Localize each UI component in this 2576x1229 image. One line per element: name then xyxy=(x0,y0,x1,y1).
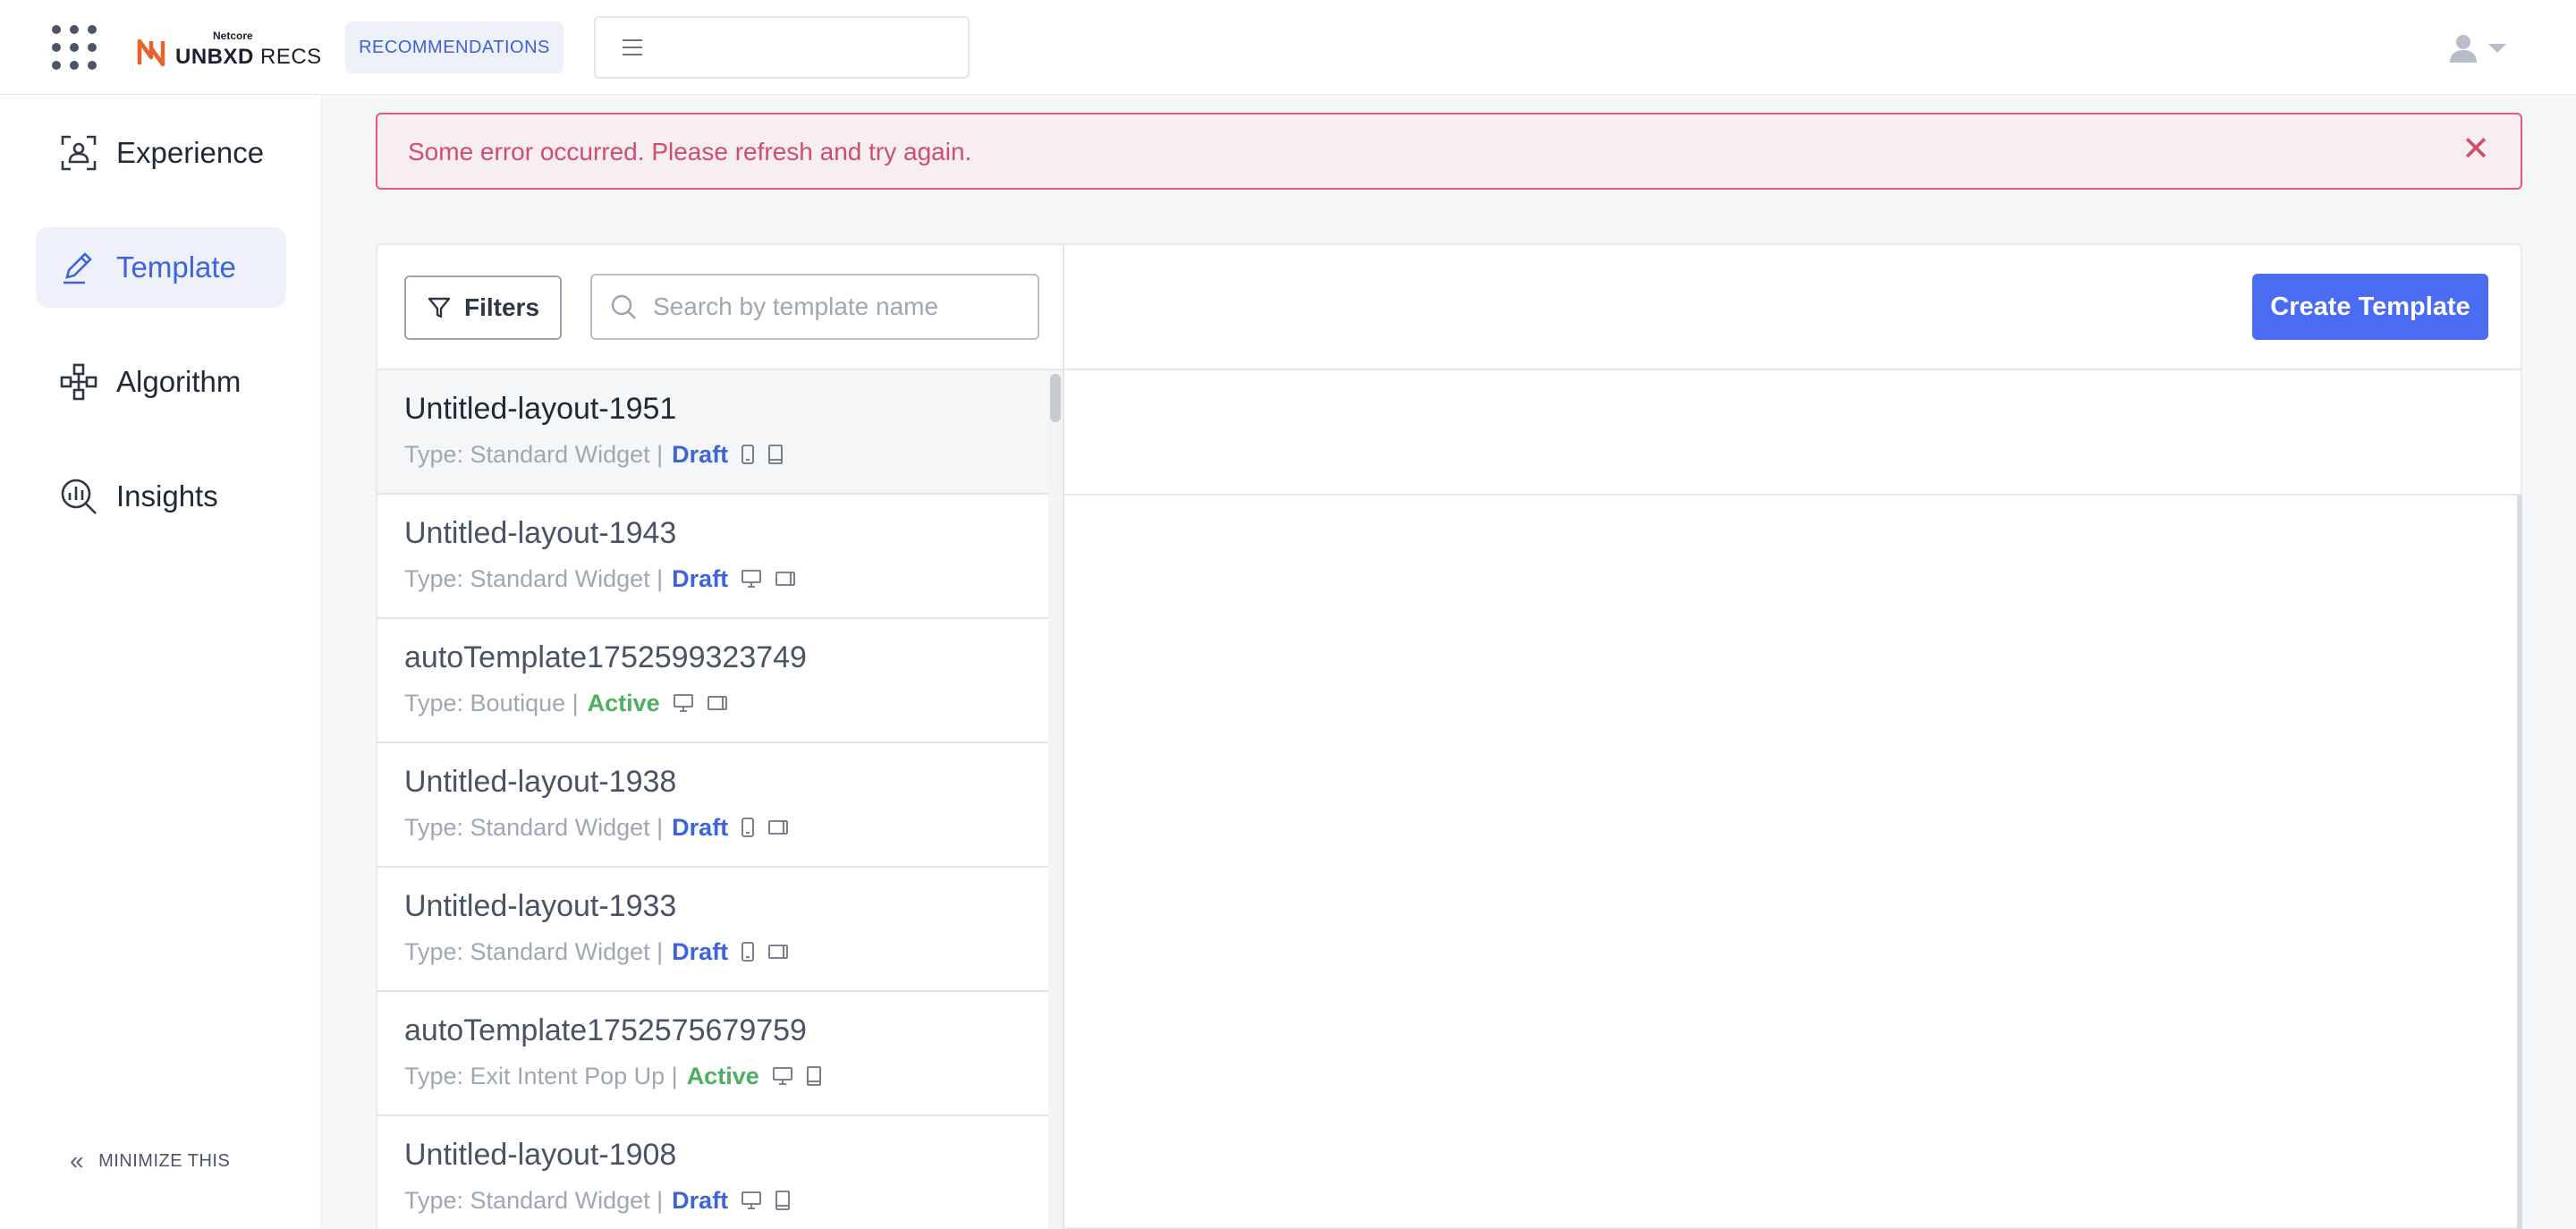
double-chevron-left-icon: « xyxy=(70,1147,85,1174)
detail-header: Create Template xyxy=(1064,245,2522,370)
minimize-sidebar-button[interactable]: « MINIMIZE THIS xyxy=(70,1147,230,1175)
minimize-label: MINIMIZE THIS xyxy=(98,1150,231,1171)
template-type: Type: Standard Widget | xyxy=(404,564,664,592)
hamburger-icon[interactable] xyxy=(623,39,642,55)
search-field[interactable] xyxy=(590,274,1039,340)
brand-logo[interactable]: Netcore UNBXD RECS xyxy=(136,29,322,68)
template-meta: Type: Standard Widget | Draft xyxy=(404,1184,1048,1216)
logo-company: Netcore xyxy=(213,30,253,42)
status-badge: Active xyxy=(686,1062,759,1089)
tablet-icon xyxy=(767,445,784,464)
mobile-icon xyxy=(741,445,755,464)
error-alert: Some error occurred. Please refresh and … xyxy=(376,113,2522,190)
sidebar-item-insights[interactable]: Insights xyxy=(36,456,286,537)
pencil-icon xyxy=(59,248,98,287)
insights-icon xyxy=(59,477,98,516)
app-launcher-icon[interactable] xyxy=(52,25,97,70)
template-type: Type: Exit Intent Pop Up | xyxy=(404,1062,678,1089)
user-menu[interactable] xyxy=(2447,30,2515,66)
search-input[interactable] xyxy=(653,292,1011,321)
logo-product: UNBXD RECS xyxy=(175,45,322,69)
search-icon xyxy=(611,294,636,319)
template-type: Type: Standard Widget | xyxy=(404,937,664,965)
template-name: Untitled-layout-1908 xyxy=(404,1138,677,1172)
status-badge: Draft xyxy=(672,440,729,468)
desktop-icon xyxy=(741,569,762,589)
template-meta: Type: Exit Intent Pop Up | Active xyxy=(404,1060,1048,1092)
desktop-icon xyxy=(741,1191,762,1210)
template-name: Untitled-layout-1938 xyxy=(404,765,677,799)
template-list-pane: Filters Untitled-layout-1951 Type: Standa… xyxy=(377,245,1064,1229)
tablet-landscape-icon xyxy=(767,818,789,836)
sidebar-item-label: Insights xyxy=(116,479,218,513)
template-meta: Type: Boutique | Active xyxy=(404,687,1048,719)
template-type: Type: Standard Widget | xyxy=(404,813,664,841)
template-name: Untitled-layout-1943 xyxy=(404,516,677,550)
sidebar: Experience Template Algorithm Insights «… xyxy=(0,95,322,1229)
sidebar-item-label: Algorithm xyxy=(116,365,242,398)
template-row[interactable]: Untitled-layout-1943 Type: Standard Widge… xyxy=(377,495,1048,619)
detail-subheader xyxy=(1064,370,2522,496)
status-badge: Active xyxy=(587,689,660,716)
tablet-icon xyxy=(775,1191,791,1210)
tablet-landscape-icon xyxy=(767,943,789,961)
sidebar-item-template[interactable]: Template xyxy=(36,227,286,308)
mobile-icon xyxy=(741,942,755,962)
user-avatar-icon xyxy=(2450,35,2477,63)
template-row[interactable]: Untitled-layout-1951 Type: Standard Widge… xyxy=(377,370,1048,495)
template-meta: Type: Standard Widget | Draft xyxy=(404,438,1048,470)
list-scrollbar[interactable] xyxy=(1048,370,1063,1229)
template-row[interactable]: autoTemplate1752575679759 Type: Exit Inte… xyxy=(377,992,1048,1116)
algorithm-icon xyxy=(59,362,98,402)
template-name: Untitled-layout-1951 xyxy=(404,392,677,426)
template-type: Type: Standard Widget | xyxy=(404,440,664,468)
sidebar-item-algorithm[interactable]: Algorithm xyxy=(36,342,286,422)
template-meta: Type: Standard Widget | Draft xyxy=(404,563,1048,595)
template-meta: Type: Standard Widget | Draft xyxy=(404,811,1048,843)
tablet-landscape-icon xyxy=(775,570,796,588)
filters-button[interactable]: Filters xyxy=(404,275,562,340)
close-icon[interactable]: ✕ xyxy=(2462,132,2490,166)
sidebar-item-label: Experience xyxy=(116,136,265,169)
mobile-icon xyxy=(741,818,755,837)
status-badge: Draft xyxy=(672,813,729,841)
tablet-icon xyxy=(806,1066,822,1086)
status-badge: Draft xyxy=(672,564,729,592)
template-row[interactable]: Untitled-layout-1933 Type: Standard Widge… xyxy=(377,868,1048,992)
template-list: Untitled-layout-1951 Type: Standard Widge… xyxy=(377,370,1048,1229)
filters-label: Filters xyxy=(463,293,540,321)
list-toolbar: Filters xyxy=(377,245,1063,370)
create-template-button[interactable]: Create Template xyxy=(2252,274,2488,340)
chevron-down-icon xyxy=(2488,44,2506,53)
desktop-icon xyxy=(673,693,694,713)
error-message: Some error occurred. Please refresh and … xyxy=(408,138,972,165)
tablet-landscape-icon xyxy=(707,694,728,712)
top-header: Netcore UNBXD RECS RECOMMENDATIONS xyxy=(0,0,2576,95)
templates-panel: Filters Untitled-layout-1951 Type: Standa… xyxy=(376,243,2522,1229)
sidebar-item-label: Template xyxy=(116,250,236,284)
status-badge: Draft xyxy=(672,1186,729,1214)
status-badge: Draft xyxy=(672,937,729,965)
template-type: Type: Standard Widget | xyxy=(404,1186,664,1214)
desktop-icon xyxy=(772,1066,793,1086)
filter-icon xyxy=(428,297,451,318)
template-row[interactable]: Untitled-layout-1938 Type: Standard Widge… xyxy=(377,743,1048,868)
template-name: Untitled-layout-1933 xyxy=(404,889,677,923)
template-detail-pane: Create Template xyxy=(1064,245,2522,1229)
template-name: autoTemplate1752575679759 xyxy=(404,1013,807,1047)
template-type: Type: Boutique | xyxy=(404,689,579,716)
module-menu[interactable] xyxy=(594,16,970,79)
template-meta: Type: Standard Widget | Draft xyxy=(404,936,1048,968)
template-name: autoTemplate1752599323749 xyxy=(404,640,807,674)
template-row[interactable]: autoTemplate1752599323749 Type: Boutique … xyxy=(377,619,1048,743)
template-row[interactable]: Untitled-layout-1908 Type: Standard Widge… xyxy=(377,1116,1048,1229)
scrollbar-thumb[interactable] xyxy=(1050,374,1061,422)
sidebar-item-experience[interactable]: Experience xyxy=(36,113,286,193)
logo-mark-icon xyxy=(137,38,165,67)
section-pill-recommendations[interactable]: RECOMMENDATIONS xyxy=(345,21,564,73)
detail-body xyxy=(1064,496,2522,1229)
experience-icon xyxy=(59,133,98,173)
